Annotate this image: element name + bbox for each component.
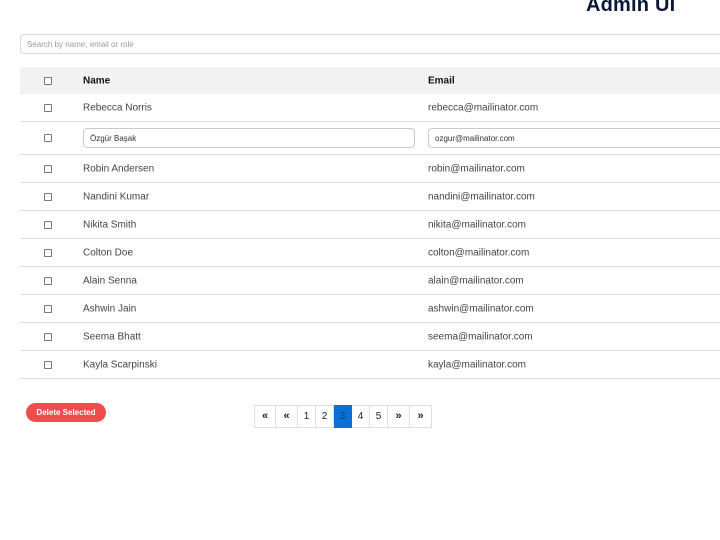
table-row: Nandini Kumar nandini@mailinator.com: [20, 183, 720, 211]
user-email: robin@mailinator.com: [428, 163, 525, 174]
row-checkbox[interactable]: [44, 304, 52, 313]
user-name: Ashwin Jain: [83, 303, 137, 314]
user-name: Alain Senna: [83, 275, 137, 286]
search-input[interactable]: [20, 34, 720, 54]
user-email: kayla@mailinator.com: [428, 359, 526, 370]
delete-selected-button[interactable]: Delete Selected: [26, 403, 106, 422]
user-name: Kayla Scarpinski: [83, 359, 157, 370]
edit-name-input[interactable]: [83, 128, 415, 148]
user-email: seema@mailinator.com: [428, 331, 533, 342]
first-page-button[interactable]: «: [254, 405, 276, 428]
page-button-3-current[interactable]: 3: [334, 405, 352, 428]
table-row: Rebecca Norris rebecca@mailinator.com: [20, 94, 720, 122]
name-column-header: Name: [83, 75, 111, 86]
user-email: nandini@mailinator.com: [428, 191, 535, 202]
user-email: rebecca@mailinator.com: [428, 102, 539, 113]
user-name: Nandini Kumar: [83, 191, 150, 202]
user-name: Robin Andersen: [83, 163, 155, 174]
email-column-header: Email: [428, 75, 455, 86]
page-button-4[interactable]: 4: [352, 405, 370, 428]
row-checkbox[interactable]: [44, 164, 52, 173]
row-checkbox[interactable]: [44, 103, 52, 112]
table-row: Ashwin Jain ashwin@mailinator.com: [20, 295, 720, 323]
row-checkbox[interactable]: [44, 276, 52, 285]
user-email: ashwin@mailinator.com: [428, 303, 534, 314]
row-checkbox[interactable]: [44, 360, 52, 369]
table-row-editing: [20, 122, 720, 155]
edit-email-input[interactable]: [428, 128, 720, 148]
table-header-row: Name Email: [20, 67, 720, 94]
previous-page-button[interactable]: «: [276, 405, 298, 428]
page-button-5[interactable]: 5: [370, 405, 388, 428]
table-row: Seema Bhatt seema@mailinator.com: [20, 323, 720, 351]
row-checkbox[interactable]: [44, 134, 52, 142]
select-all-checkbox[interactable]: [44, 76, 52, 85]
page-button-1[interactable]: 1: [298, 405, 316, 428]
next-page-button[interactable]: »: [388, 405, 410, 428]
row-checkbox[interactable]: [44, 192, 52, 201]
row-checkbox[interactable]: [44, 220, 52, 229]
page-button-2[interactable]: 2: [316, 405, 334, 428]
table-row: Kayla Scarpinski kayla@mailinator.com: [20, 351, 720, 379]
table-row: Colton Doe colton@mailinator.com: [20, 239, 720, 267]
row-checkbox[interactable]: [44, 332, 52, 341]
user-email: alain@mailinator.com: [428, 275, 524, 286]
table-row: Robin Andersen robin@mailinator.com: [20, 155, 720, 183]
table-row: Alain Senna alain@mailinator.com: [20, 267, 720, 295]
users-table: Name Email Rebecca Norris rebecca@mailin…: [20, 67, 720, 379]
user-email: colton@mailinator.com: [428, 247, 530, 258]
table-row: Nikita Smith nikita@mailinator.com: [20, 211, 720, 239]
pagination: « « 1 2 3 4 5 » »: [254, 405, 432, 428]
app-title: Admin UI: [586, 0, 676, 16]
user-name: Colton Doe: [83, 247, 134, 258]
user-name: Nikita Smith: [83, 219, 137, 230]
user-name: Rebecca Norris: [83, 102, 152, 113]
last-page-button[interactable]: »: [410, 405, 432, 428]
row-checkbox[interactable]: [44, 248, 52, 257]
user-name: Seema Bhatt: [83, 331, 141, 342]
admin-page: Admin UI Name Email Rebecca Norris rebec…: [0, 0, 720, 540]
user-email: nikita@mailinator.com: [428, 219, 526, 230]
